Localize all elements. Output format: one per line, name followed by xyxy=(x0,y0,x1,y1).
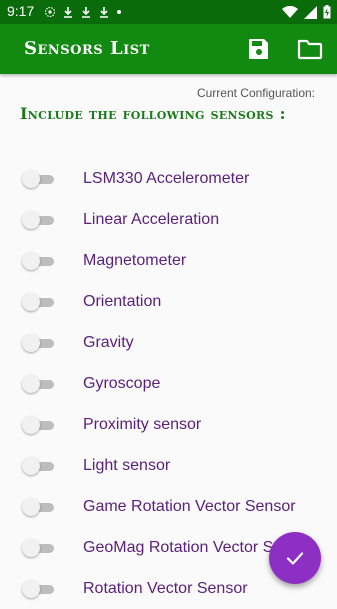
sensor-label: Rotation Vector Sensor xyxy=(83,579,248,597)
sensor-label: Magnetometer xyxy=(83,251,187,269)
confirm-fab-button[interactable] xyxy=(269,532,321,584)
sensor-label: Proximity sensor xyxy=(83,415,202,433)
sensor-toggle[interactable] xyxy=(22,210,54,230)
sensor-toggle[interactable] xyxy=(22,456,54,476)
sensor-label: Orientation xyxy=(83,292,162,310)
save-icon xyxy=(249,39,268,59)
battery-charging-icon xyxy=(323,5,331,19)
sensor-toggle[interactable] xyxy=(22,374,54,394)
sensor-row-proximity-sensor: Proximity sensor xyxy=(0,404,337,445)
sensor-row-lsm330-accelerometer: LSM330 Accelerometer xyxy=(0,158,337,199)
sensor-row-gravity: Gravity xyxy=(0,322,337,363)
check-icon xyxy=(286,552,304,565)
sensor-row-magnetometer: Magnetometer xyxy=(0,240,337,281)
signal-icon xyxy=(304,5,317,19)
notification-icons xyxy=(44,3,122,21)
sensor-toggle[interactable] xyxy=(22,415,54,435)
sensor-label: LSM330 Accelerometer xyxy=(83,169,250,187)
sensor-row-game-rotation-vector: Game Rotation Vector Sensor xyxy=(0,486,337,527)
sensor-label: Gravity xyxy=(83,333,134,351)
sensor-row-gyroscope: Gyroscope xyxy=(0,363,337,404)
app-bar: Sensors List xyxy=(0,24,337,74)
download-icon xyxy=(64,7,72,18)
save-button[interactable] xyxy=(245,35,273,63)
current-configuration-label: Current Configuration: xyxy=(196,86,315,100)
open-folder-button[interactable] xyxy=(296,35,324,63)
sensor-toggle[interactable] xyxy=(22,251,54,271)
sensor-toggle[interactable] xyxy=(22,169,54,189)
sensor-row-linear-acceleration: Linear Acceleration xyxy=(0,199,337,240)
system-icons xyxy=(282,3,331,21)
sensor-label: Gyroscope xyxy=(83,374,161,392)
sensor-toggle[interactable] xyxy=(22,538,54,558)
download-icon xyxy=(82,7,90,18)
sensor-toggle[interactable] xyxy=(22,579,54,599)
folder-icon xyxy=(297,39,323,60)
section-heading: Include the following sensors : xyxy=(20,104,286,123)
sensor-toggle[interactable] xyxy=(22,497,54,517)
status-bar: 9:17 xyxy=(0,0,337,24)
sensor-row-orientation: Orientation xyxy=(0,281,337,322)
app-title: Sensors List xyxy=(24,38,150,59)
sensor-toggle[interactable] xyxy=(22,292,54,312)
sensor-row-light-sensor: Light sensor xyxy=(0,445,337,486)
dot-icon xyxy=(117,10,121,14)
download-icon xyxy=(100,7,108,18)
sensor-label: Linear Acceleration xyxy=(83,210,220,228)
sensor-label: Light sensor xyxy=(83,456,171,474)
sensor-toggle[interactable] xyxy=(22,333,54,353)
sensor-label: Game Rotation Vector Sensor xyxy=(83,497,296,515)
status-time: 9:17 xyxy=(7,3,35,19)
settings-gear-notification-icon xyxy=(44,6,56,18)
wifi-icon xyxy=(282,5,298,18)
